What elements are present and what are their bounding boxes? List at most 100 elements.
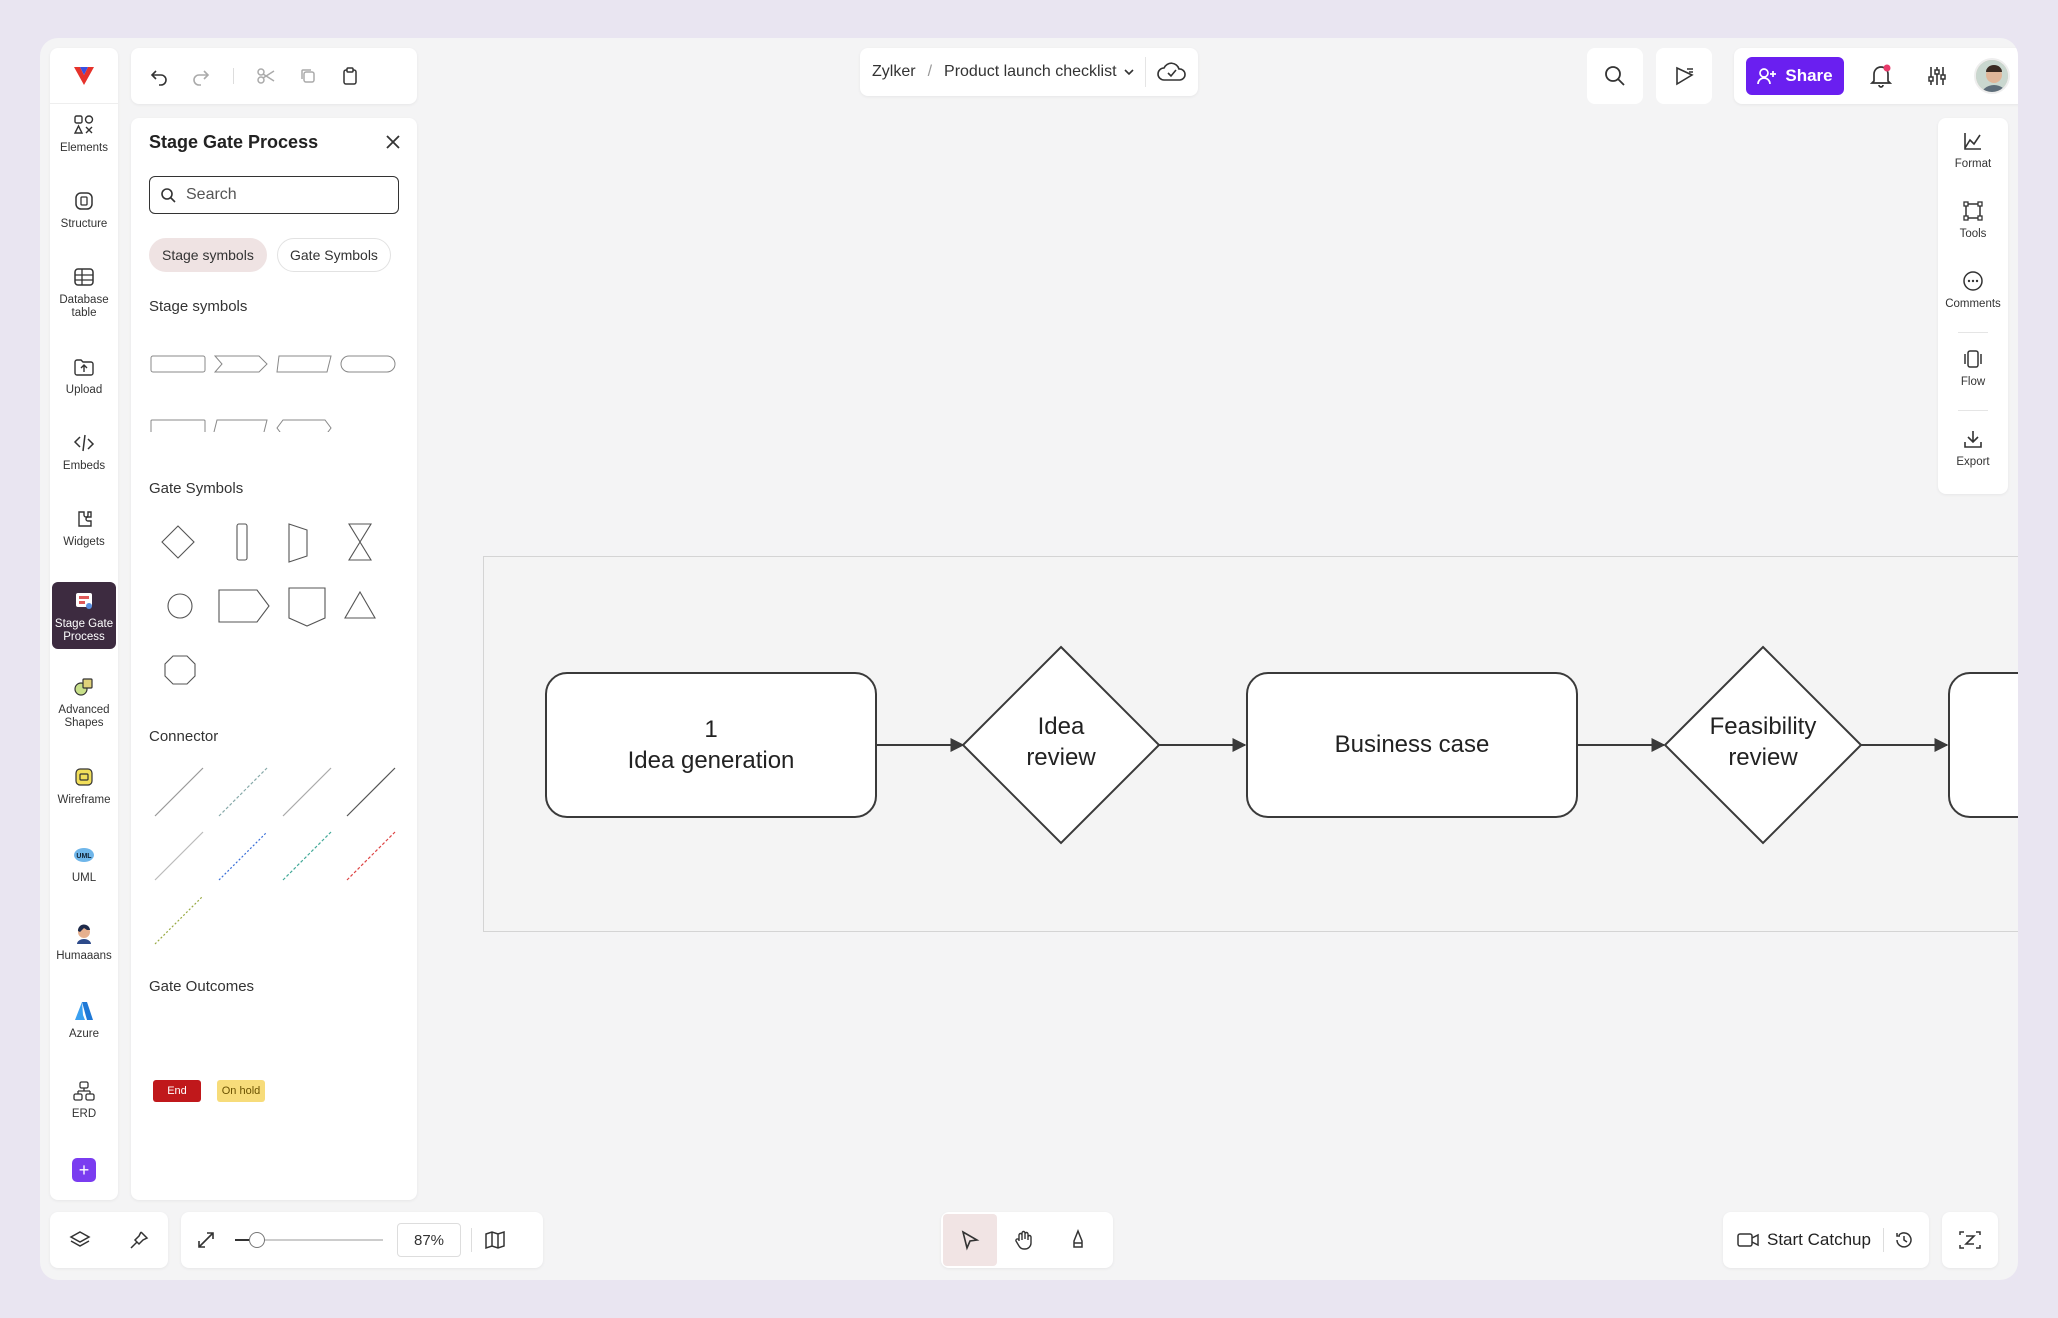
- gate-symbols-grid[interactable]: [149, 518, 399, 688]
- structure-icon: [73, 190, 95, 212]
- rail-item-humaaans[interactable]: Humaaans: [52, 918, 116, 963]
- chip-stage-symbols[interactable]: Stage symbols: [149, 238, 267, 272]
- rail-item-widgets[interactable]: Widgets: [52, 504, 116, 549]
- app-window: Elements Structure Database table Upload Emb…: [40, 38, 2018, 1280]
- pen-icon: [1073, 1229, 1083, 1248]
- breadcrumb-document[interactable]: Product launch checklist: [944, 63, 1117, 81]
- pen-tool[interactable]: [1051, 1214, 1105, 1266]
- gate-tall-rect: [236, 523, 248, 561]
- rail-item-label: Elements: [60, 142, 108, 154]
- catchup-label: Start Catchup: [1767, 1230, 1871, 1249]
- azure-icon: [73, 1000, 95, 1022]
- connector-red: [346, 831, 396, 881]
- stage-symbol-rect: [150, 355, 206, 373]
- rail-item-advanced-shapes[interactable]: Advanced Shapes: [52, 672, 116, 729]
- rail-item-label: Widgets: [63, 536, 105, 548]
- app-logo[interactable]: [50, 48, 118, 104]
- rail-item-azure[interactable]: Azure: [52, 996, 116, 1041]
- zoom-level[interactable]: 87%: [397, 1223, 461, 1257]
- zoom-slider[interactable]: [243, 1232, 383, 1248]
- stage-next-partial[interactable]: [1948, 672, 2018, 818]
- outcome-on-hold[interactable]: On hold: [217, 1080, 265, 1102]
- outcome-end[interactable]: End: [153, 1080, 201, 1102]
- gate-feasibility-review[interactable]: Feasibility review: [1683, 711, 1843, 773]
- stage-gate-panel: Stage Gate Process Search Stage symbols …: [131, 118, 417, 1200]
- gate-label-line2: review: [1728, 744, 1798, 772]
- connector-thin: [154, 831, 204, 881]
- zia-button[interactable]: [1942, 1212, 1998, 1268]
- stage-gate-icon: [73, 590, 95, 612]
- redo-icon[interactable]: [191, 66, 211, 86]
- chevron-down-icon[interactable]: [1123, 66, 1135, 78]
- pin-icon[interactable]: [128, 1229, 150, 1251]
- rail-item-wireframe[interactable]: Wireframe: [52, 762, 116, 807]
- add-user-icon: [1757, 68, 1777, 85]
- top-right-actions: Share: [1734, 48, 2018, 104]
- avatar[interactable]: [1974, 58, 2010, 94]
- advanced-shapes-icon: [73, 676, 95, 698]
- rail-item-elements[interactable]: Elements: [52, 110, 116, 155]
- tools-button[interactable]: Tools: [1938, 200, 2008, 240]
- mode-toolbar: [941, 1212, 1113, 1268]
- rail-item-embeds[interactable]: Embeds: [52, 428, 116, 473]
- copy-icon[interactable]: [298, 66, 318, 86]
- select-tool[interactable]: [943, 1214, 997, 1266]
- minimap-icon[interactable]: [484, 1229, 506, 1251]
- gate-octagon: [164, 655, 196, 685]
- toolbar-divider: [471, 1228, 472, 1252]
- settings-sliders-icon[interactable]: [1926, 65, 1948, 87]
- rail-item-structure[interactable]: Structure: [52, 186, 116, 231]
- start-catchup-button[interactable]: Start Catchup: [1737, 1230, 1871, 1250]
- edit-toolbar: [131, 48, 417, 104]
- gate-trapezoid: [288, 523, 308, 563]
- flow-button[interactable]: Flow: [1938, 348, 2008, 388]
- shapes-icon: [73, 114, 95, 136]
- rail-item-upload[interactable]: Upload: [52, 352, 116, 397]
- connector-green: [282, 831, 332, 881]
- hand-icon: [1015, 1230, 1032, 1250]
- search-icon: [1605, 66, 1625, 86]
- export-button[interactable]: Export: [1938, 428, 2008, 468]
- flow-label: Flow: [1960, 376, 1986, 388]
- section-stage-symbols: Stage symbols: [149, 298, 248, 315]
- rail-item-label: Wireframe: [57, 794, 111, 806]
- cloud-sync-icon[interactable]: [1144, 57, 1188, 87]
- rail-item-erd[interactable]: ERD: [52, 1076, 116, 1121]
- chip-gate-symbols[interactable]: Gate Symbols: [277, 238, 391, 272]
- connector-grid[interactable]: [149, 764, 399, 954]
- pan-tool[interactable]: [997, 1214, 1051, 1266]
- search-input[interactable]: Search: [149, 176, 399, 214]
- rail-item-uml[interactable]: UML UML: [52, 840, 116, 885]
- database-table-icon: [73, 266, 95, 288]
- share-button[interactable]: Share: [1746, 57, 1844, 95]
- rail-item-stage-gate-process[interactable]: Stage Gate Process: [52, 582, 116, 650]
- stage-idea-generation[interactable]: 1 Idea generation: [545, 672, 877, 818]
- breadcrumb-workspace[interactable]: Zylker: [872, 63, 916, 81]
- present-button[interactable]: [1656, 48, 1712, 104]
- rail-item-database-table[interactable]: Database table: [52, 262, 116, 319]
- close-icon[interactable]: [385, 134, 401, 150]
- add-library-button[interactable]: +: [72, 1158, 96, 1182]
- history-icon[interactable]: [1894, 1230, 1914, 1250]
- layers-icon[interactable]: [68, 1229, 91, 1251]
- gate-idea-review[interactable]: Idea review: [981, 711, 1141, 773]
- paste-icon[interactable]: [340, 66, 360, 86]
- zoom-slider-thumb[interactable]: [249, 1232, 265, 1248]
- share-label: Share: [1785, 66, 1833, 85]
- fit-screen-icon[interactable]: [195, 1229, 217, 1251]
- undo-icon[interactable]: [149, 66, 169, 86]
- left-rail: Elements Structure Database table Upload Emb…: [50, 48, 118, 1200]
- search-button[interactable]: [1587, 48, 1643, 104]
- format-icon: [1964, 133, 1981, 150]
- stage-symbols-grid[interactable]: [149, 342, 399, 432]
- gate-shield: [288, 587, 326, 627]
- rail-item-label: Embeds: [62, 460, 106, 472]
- canvas-frame[interactable]: 1 Idea generation Idea review Business c…: [483, 556, 2018, 932]
- format-button[interactable]: Format: [1938, 130, 2008, 170]
- rail-item-label: UML: [71, 872, 97, 884]
- cut-icon[interactable]: [256, 66, 276, 86]
- notification-bell-icon[interactable]: [1870, 64, 1892, 88]
- comments-button[interactable]: Comments: [1938, 270, 2008, 310]
- stage-business-case[interactable]: Business case: [1246, 672, 1578, 818]
- gate-label-line1: Feasibility: [1709, 713, 1817, 740]
